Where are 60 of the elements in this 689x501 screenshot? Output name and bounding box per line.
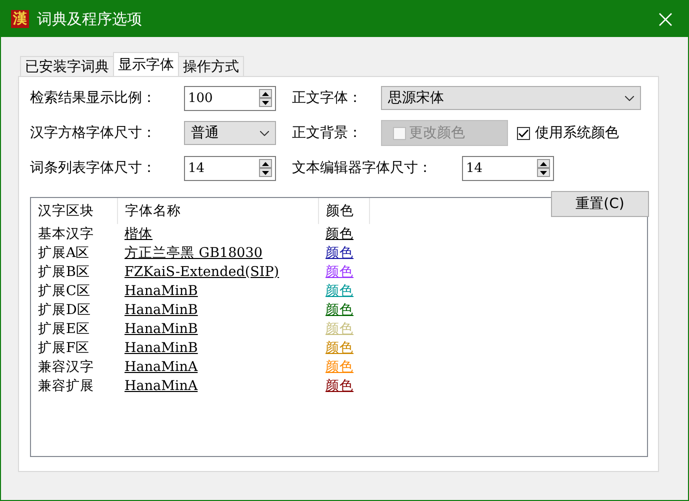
field-label: 词条列表字体尺寸： <box>30 159 157 177</box>
color-link[interactable]: 颜色 <box>326 244 354 260</box>
number-field[interactable]: 100 <box>184 86 276 110</box>
number-field[interactable]: 14 <box>184 156 276 180</box>
table-cell-text: 扩展B区 <box>37 262 91 281</box>
spin-down-button[interactable] <box>259 168 272 177</box>
font-link[interactable]: HanaMinB <box>124 302 198 318</box>
font-link[interactable]: HanaMinA <box>124 378 198 394</box>
checkbox[interactable] <box>517 126 530 140</box>
color-link[interactable]: 颜色 <box>326 264 354 280</box>
caret-icon <box>625 96 634 100</box>
color-link[interactable]: 颜色 <box>326 302 354 318</box>
field-label: 汉字方格字体尺寸： <box>30 124 157 142</box>
table-cell-text: 扩展C区 <box>37 282 92 300</box>
reset-button[interactable]: 重置(C) <box>551 191 649 217</box>
spin-up-button[interactable] <box>259 89 272 98</box>
close-icon <box>658 12 672 26</box>
table-cell-text: 兼容扩展 <box>37 376 95 395</box>
font-link[interactable]: HanaMinB <box>124 320 198 336</box>
font-link[interactable]: 楷体 <box>124 226 152 242</box>
column-header[interactable]: 汉字区块 <box>31 198 118 224</box>
color-link[interactable]: 颜色 <box>326 378 354 394</box>
down-triangle-icon <box>262 170 269 174</box>
field-label: 正文字体： <box>292 89 363 107</box>
app-logo: 漢 <box>11 10 29 28</box>
color-link[interactable]: 颜色 <box>326 226 354 242</box>
table-cell-text: 扩展E区 <box>37 320 91 338</box>
table-cell-text: 扩展A区 <box>37 244 91 262</box>
up-triangle-icon <box>262 92 269 96</box>
spin-down-button[interactable] <box>537 168 550 177</box>
tab[interactable]: 显示字体 <box>113 52 179 76</box>
table-cell-text: 扩展D区 <box>37 300 92 319</box>
number-field[interactable]: 14 <box>462 156 554 180</box>
font-link[interactable]: 方正兰亭黑 GB18030 <box>124 244 262 260</box>
window-title: 词典及程序选项 <box>37 10 143 28</box>
checkbox-label: 使用系统颜色 <box>535 124 619 142</box>
down-triangle-icon <box>262 100 269 104</box>
caret-icon <box>260 130 269 136</box>
font-link[interactable]: HanaMinA <box>124 358 198 374</box>
up-triangle-icon <box>262 162 269 166</box>
table-cell: 基本汉字 <box>31 224 118 243</box>
size-dropdown[interactable]: 普通 <box>184 121 276 145</box>
font-link[interactable]: HanaMinB <box>124 340 198 356</box>
spin-up-button[interactable] <box>259 159 272 168</box>
table-cell-text: 扩展F区 <box>37 338 90 357</box>
spin-up-button[interactable] <box>537 159 550 168</box>
field-label: 正文背景： <box>292 124 363 142</box>
column-header[interactable]: 颜色 <box>318 198 370 224</box>
font-dropdown[interactable]: 思源宋体 <box>381 86 641 110</box>
column-header[interactable]: 字体名称 <box>118 198 318 224</box>
tab[interactable]: 已安装字词典 <box>20 56 114 76</box>
font-link[interactable]: FZKaiS-Extended(SIP) <box>124 264 280 280</box>
tab[interactable]: 操作方式 <box>178 56 244 76</box>
spin-down-button[interactable] <box>259 98 272 107</box>
font-link[interactable]: HanaMinB <box>124 282 198 298</box>
field-label: 检索结果显示比例： <box>30 89 157 107</box>
down-triangle-icon <box>540 170 547 174</box>
up-triangle-icon <box>540 162 547 166</box>
field-label: 文本编辑器字体尺寸： <box>292 159 433 177</box>
table-cell-text: 兼容汉字 <box>37 358 95 376</box>
